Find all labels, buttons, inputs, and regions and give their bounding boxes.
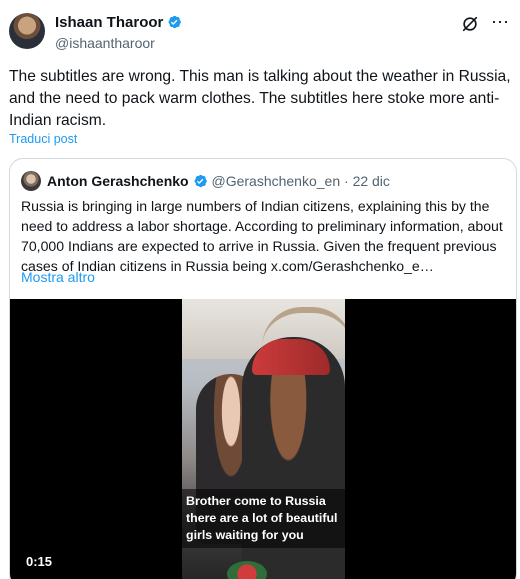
subtitle-line: girls waiting for you [186,528,304,542]
quoted-handle[interactable]: @Gerashchenko_en [211,173,340,189]
quoted-header: Anton Gerashchenko @Gerashchenko_en · 22… [47,171,390,191]
video-subtitle: Brother come to Russia there are a lot o… [182,489,345,548]
meta-separator: · [344,173,349,189]
author-handle[interactable]: @ishaantharoor [55,34,155,52]
grok-icon[interactable] [461,15,479,33]
author-name-row[interactable]: Ishaan Tharoor [55,14,182,32]
video-player[interactable]: Brother come to Russia there are a lot o… [10,299,516,579]
subtitle-line: there are a lot of beautiful [186,511,338,525]
tweet-text: The subtitles are wrong. This man is tal… [9,68,511,129]
avatar[interactable] [9,13,45,49]
show-more-link[interactable]: Mostra altro [21,267,95,287]
verified-badge-icon [194,174,207,188]
quoted-text: Russia is bringing in large numbers of I… [21,198,503,274]
verified-badge-icon [168,15,182,29]
quoted-date[interactable]: 22 dic [353,173,390,189]
quoted-author-name[interactable]: Anton Gerashchenko [47,173,189,189]
subtitle-line: Brother come to Russia [186,494,326,508]
quoted-avatar[interactable] [21,171,41,191]
author-name[interactable]: Ishaan Tharoor [55,14,163,31]
tweet-header: Ishaan Tharoor @ishaantharoor ⋯ [9,11,511,55]
video-duration: 0:15 [26,554,53,569]
more-options-icon[interactable]: ⋯ [489,13,511,33]
translate-post-link[interactable]: Traduci post [9,131,77,147]
quoted-tweet[interactable]: Anton Gerashchenko @Gerashchenko_en · 22… [9,158,517,579]
